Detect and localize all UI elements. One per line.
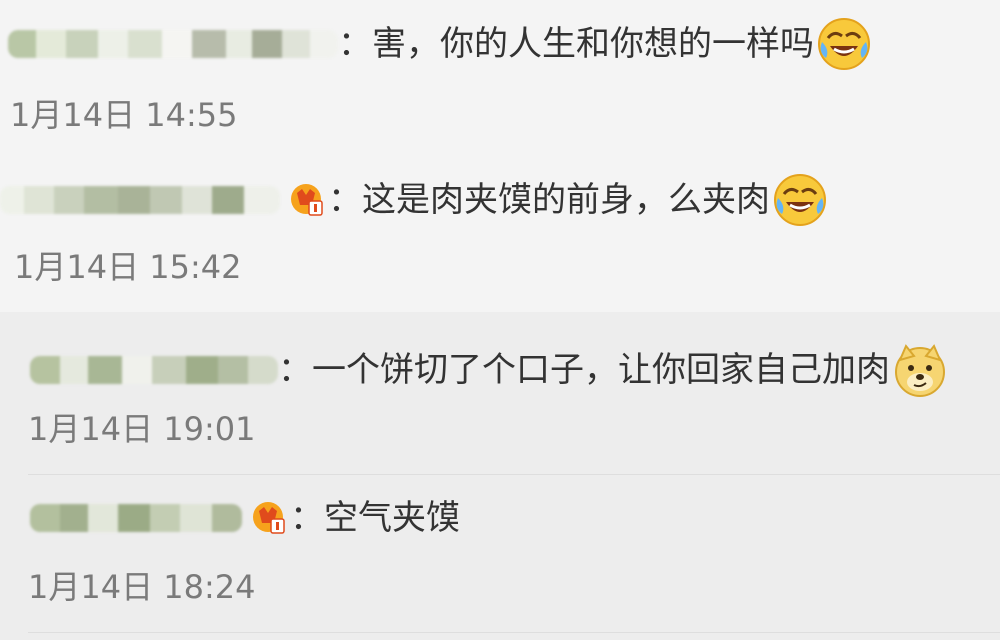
blurred-username[interactable]: [30, 356, 278, 384]
blurred-username[interactable]: [30, 504, 242, 532]
comment-content-row: ：这是肉夹馍的前身，么夹肉: [0, 172, 828, 228]
reply-timestamp: 1月14日 18:24: [28, 568, 256, 606]
reply-content-row: ：一个饼切了个口子，让你回家自己加肉: [30, 342, 948, 398]
doge-emoji: [895, 344, 945, 397]
blurred-username[interactable]: [0, 186, 280, 214]
comment-text: ：害，你的人生和你想的一样吗: [338, 24, 814, 64]
comment-timestamp: 1月14日 14:55: [10, 96, 238, 134]
comment-text: ：这是肉夹馍的前身，么夹肉: [328, 180, 770, 220]
vip-badge-icon: [291, 184, 323, 216]
vip-badge-icon: [253, 502, 285, 534]
reply-timestamp: 1月14日 19:01: [28, 410, 256, 448]
comment-content-row: ：害，你的人生和你想的一样吗: [8, 16, 872, 72]
laugh-cry-emoji: [818, 18, 870, 70]
reply-text: ：空气夹馍: [290, 498, 460, 538]
reply-divider: [28, 474, 1000, 475]
reply-text: ：一个饼切了个口子，让你回家自己加肉: [278, 350, 890, 390]
laugh-cry-emoji: [774, 174, 826, 226]
reply-divider: [28, 632, 1000, 633]
blurred-username[interactable]: [8, 30, 338, 58]
comment-timestamp: 1月14日 15:42: [14, 248, 242, 286]
reply-content-row: ：空气夹馍: [30, 498, 460, 538]
reply-list: ：一个饼切了个口子，让你回家自己加肉 1月14日 19:01 ：空气夹馍 1月1…: [0, 312, 1000, 640]
